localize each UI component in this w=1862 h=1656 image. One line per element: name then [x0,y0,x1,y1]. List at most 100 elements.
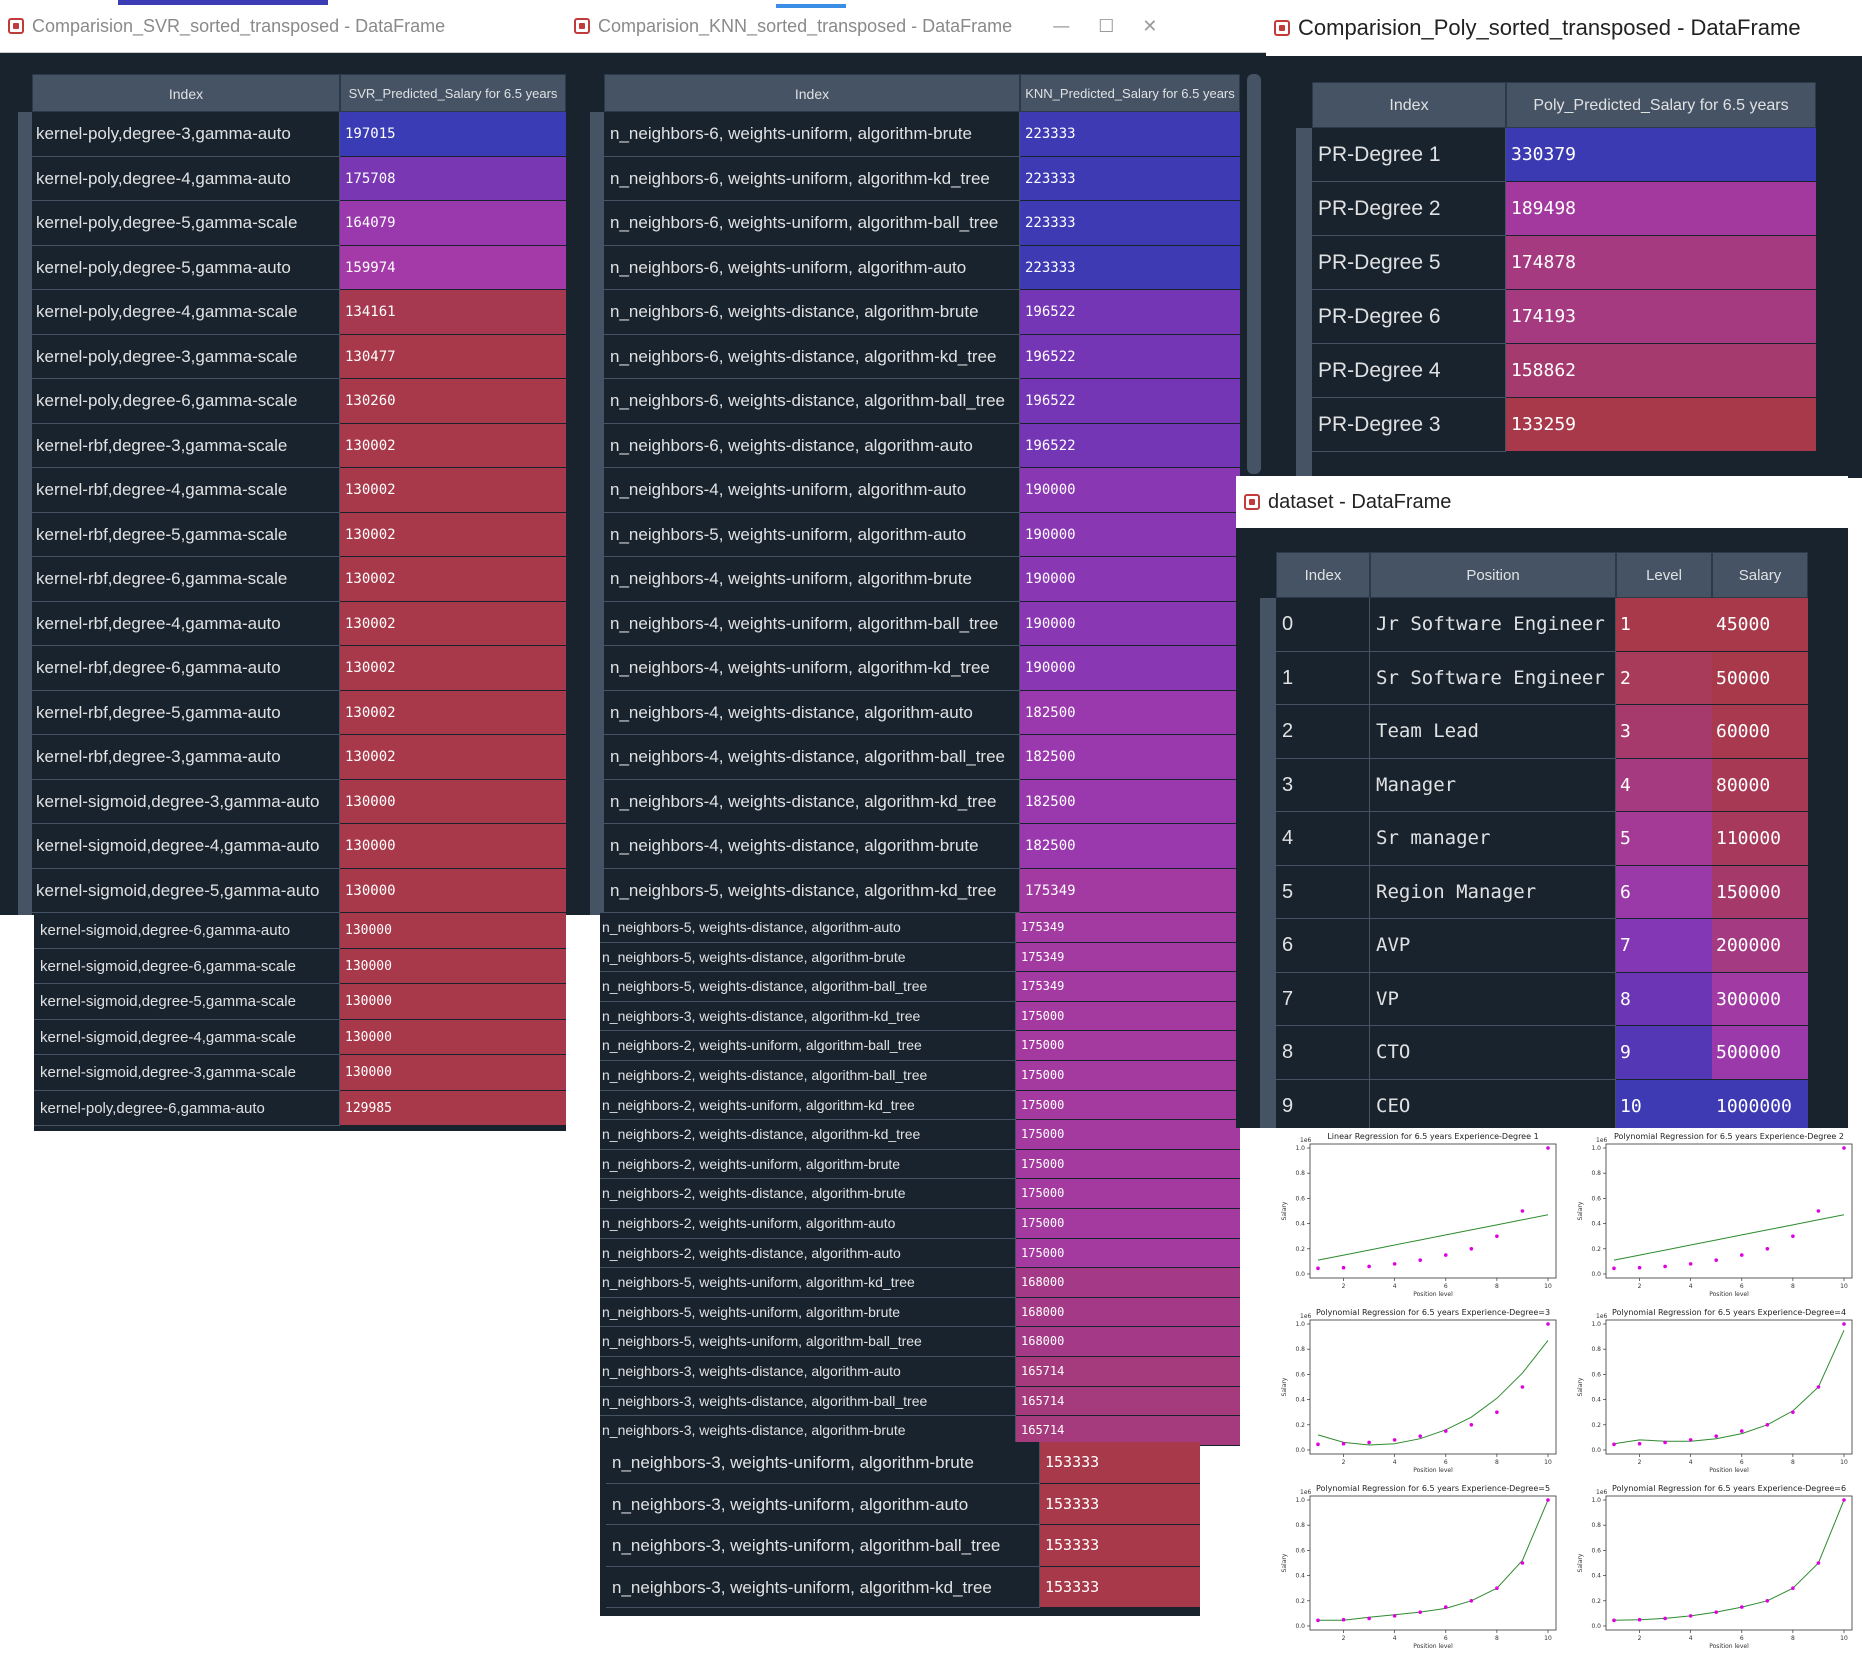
table-row-value[interactable]: 159974 [340,245,566,290]
salary-cell[interactable]: 1000000 [1712,1079,1808,1128]
table-row-index[interactable]: n_neighbors-6, weights-distance, algorit… [604,334,1020,379]
table-row-index[interactable]: kernel-sigmoid,degree-5,gamma-auto [32,868,340,913]
table-row-value[interactable]: 134161 [340,290,566,335]
table-row-index[interactable]: n_neighbors-4, weights-uniform, algorith… [604,468,1020,513]
salary-cell[interactable]: 200000 [1712,919,1808,973]
table-row-index[interactable]: n_neighbors-2, weights-uniform, algorith… [600,1031,1016,1061]
table-row-value[interactable]: 223333 [1020,245,1240,290]
table-row-index[interactable]: kernel-sigmoid,degree-3,gamma-auto [32,779,340,824]
level-cell[interactable]: 10 [1616,1079,1712,1128]
table-row-index[interactable]: 7 [1276,972,1370,1026]
table-row-value[interactable]: 175000 [1016,1120,1240,1150]
table-row-index[interactable]: n_neighbors-2, weights-uniform, algorith… [600,1090,1016,1121]
table-row-index[interactable]: kernel-poly,degree-4,gamma-scale [32,290,340,335]
table-row-value[interactable]: 153333 [1040,1566,1200,1608]
table-row-value[interactable]: 182500 [1020,735,1240,780]
table-row-index[interactable]: kernel-rbf,degree-6,gamma-auto [32,646,340,691]
table-row-index[interactable]: kernel-poly,degree-3,gamma-auto [32,112,340,157]
table-row-value[interactable]: 133259 [1506,398,1816,452]
table-row-index[interactable]: kernel-rbf,degree-3,gamma-auto [32,735,340,780]
table-row-value[interactable]: 165714 [1016,1357,1240,1387]
table-row-value[interactable]: 175708 [340,156,566,201]
table-row-index[interactable]: PR-Degree 1 [1312,128,1506,182]
table-row-value[interactable]: 130002 [340,601,566,646]
table-row-value[interactable]: 130002 [340,557,566,602]
table-row-value[interactable]: 168000 [1016,1327,1240,1357]
table-row-value[interactable]: 153333 [1040,1483,1200,1525]
table-row-index[interactable]: kernel-poly,degree-4,gamma-auto [32,156,340,201]
salary-cell[interactable]: 110000 [1712,812,1808,866]
table-row-index[interactable]: n_neighbors-6, weights-uniform, algorith… [604,156,1020,201]
table-row-value[interactable]: 175349 [1016,942,1240,973]
table-row-value[interactable]: 190000 [1020,512,1240,557]
level-cell[interactable]: 9 [1616,1026,1712,1080]
table-row-index[interactable]: n_neighbors-4, weights-distance, algorit… [604,690,1020,735]
level-cell[interactable]: 6 [1616,865,1712,919]
position-cell[interactable]: Jr Software Engineer [1370,598,1616,652]
table-row-value[interactable]: 130000 [340,1019,566,1055]
table-row-value[interactable]: 153333 [1040,1525,1200,1567]
table-row-value[interactable]: 197015 [340,112,566,157]
table-row-index[interactable]: kernel-poly,degree-3,gamma-scale [32,334,340,379]
table-row-index[interactable]: n_neighbors-3, weights-uniform, algorith… [606,1566,1040,1608]
table-row-index[interactable]: n_neighbors-3, weights-distance, algorit… [600,1001,1016,1032]
table-row-index[interactable]: n_neighbors-5, weights-uniform, algorith… [600,1327,1016,1357]
table-row-index[interactable]: kernel-poly,degree-6,gamma-auto [34,1090,340,1126]
vertical-scrollbar[interactable] [1247,74,1261,474]
table-row-value[interactable]: 175000 [1016,1031,1240,1061]
table-row-value[interactable]: 129985 [340,1090,566,1126]
table-row-index[interactable]: kernel-rbf,degree-4,gamma-auto [32,601,340,646]
table-row-value[interactable]: 130000 [340,779,566,824]
table-row-index[interactable]: 9 [1276,1079,1370,1128]
table-row-index[interactable]: kernel-sigmoid,degree-6,gamma-scale [34,948,340,984]
table-row-index[interactable]: n_neighbors-6, weights-uniform, algorith… [604,112,1020,157]
table-row-value[interactable]: 330379 [1506,128,1816,182]
table-row-value[interactable]: 223333 [1020,112,1240,157]
table-row-index[interactable]: n_neighbors-5, weights-uniform, algorith… [600,1297,1016,1328]
table-row-index[interactable]: n_neighbors-2, weights-distance, algorit… [600,1179,1016,1209]
level-cell[interactable]: 5 [1616,812,1712,866]
table-row-value[interactable]: 130002 [340,468,566,513]
salary-cell[interactable]: 50000 [1712,651,1808,705]
table-row-index[interactable]: n_neighbors-3, weights-distance, algorit… [600,1357,1016,1387]
table-row-value[interactable]: 130002 [340,423,566,468]
table-row-value[interactable]: 174878 [1506,236,1816,290]
table-row-value[interactable]: 130000 [340,984,566,1020]
table-row-index[interactable]: n_neighbors-4, weights-uniform, algorith… [604,557,1020,602]
table-row-value[interactable]: 130002 [340,690,566,735]
level-cell[interactable]: 8 [1616,972,1712,1026]
table-row-value[interactable]: 130002 [340,512,566,557]
table-row-index[interactable]: kernel-sigmoid,degree-5,gamma-scale [34,984,340,1020]
table-row-value[interactable]: 196522 [1020,334,1240,379]
position-cell[interactable]: CTO [1370,1026,1616,1080]
table-row-value[interactable]: 175349 [1016,972,1240,1002]
table-row-index[interactable]: kernel-sigmoid,degree-4,gamma-auto [32,824,340,869]
table-row-value[interactable]: 175000 [1016,1149,1240,1180]
salary-cell[interactable]: 300000 [1712,972,1808,1026]
table-row-index[interactable]: n_neighbors-2, weights-distance, algorit… [600,1238,1016,1269]
table-row-index[interactable]: 6 [1276,919,1370,973]
table-row-value[interactable]: 153333 [1040,1442,1200,1484]
table-row-index[interactable]: n_neighbors-4, weights-uniform, algorith… [604,646,1020,691]
table-row-value[interactable]: 130477 [340,334,566,379]
table-row-index[interactable]: n_neighbors-5, weights-distance, algorit… [600,972,1016,1002]
position-cell[interactable]: Sr Software Engineer [1370,651,1616,705]
table-row-value[interactable]: 196522 [1020,290,1240,335]
table-row-index[interactable]: n_neighbors-5, weights-distance, algorit… [600,942,1016,973]
table-row-value[interactable]: 164079 [340,201,566,246]
table-row-index[interactable]: kernel-poly,degree-5,gamma-scale [32,201,340,246]
position-cell[interactable]: Team Lead [1370,705,1616,759]
salary-cell[interactable]: 80000 [1712,758,1808,812]
table-row-index[interactable]: 2 [1276,705,1370,759]
table-row-index[interactable]: n_neighbors-2, weights-uniform, algorith… [600,1209,1016,1239]
table-row-value[interactable]: 175349 [1020,868,1240,913]
table-row-value[interactable]: 130260 [340,379,566,424]
maximize-icon[interactable]: ☐ [1098,16,1114,37]
level-column-header[interactable]: Level [1616,552,1712,598]
table-row-value[interactable]: 130000 [340,1055,566,1091]
position-cell[interactable]: AVP [1370,919,1616,973]
table-row-index[interactable]: n_neighbors-4, weights-distance, algorit… [604,824,1020,869]
position-cell[interactable]: Manager [1370,758,1616,812]
table-row-value[interactable]: 168000 [1016,1268,1240,1298]
level-cell[interactable]: 1 [1616,598,1712,652]
